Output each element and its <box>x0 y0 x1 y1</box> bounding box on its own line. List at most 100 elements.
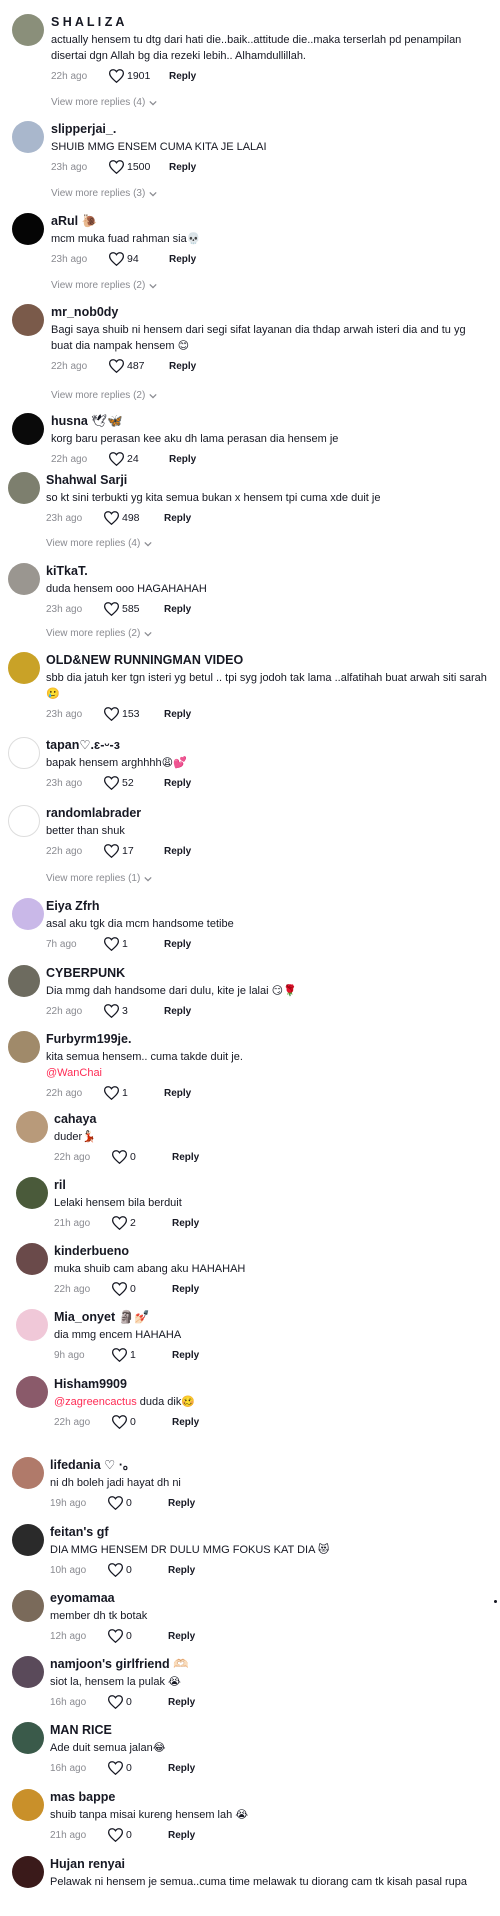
view-more-replies-button[interactable]: View more replies (2) <box>46 628 152 639</box>
avatar[interactable] <box>16 1111 48 1143</box>
reply-button[interactable]: Reply <box>172 1350 199 1361</box>
like-button[interactable]: 1901 <box>109 69 150 83</box>
username[interactable]: cahaya <box>54 1111 488 1127</box>
avatar[interactable] <box>16 1309 48 1341</box>
avatar[interactable] <box>12 304 44 336</box>
reply-button[interactable]: Reply <box>168 1565 195 1576</box>
reply-button[interactable]: Reply <box>168 1763 195 1774</box>
reply-button[interactable]: Reply <box>169 254 196 265</box>
like-button[interactable]: 0 <box>108 1828 132 1842</box>
reply-button[interactable]: Reply <box>164 846 191 857</box>
like-button[interactable]: 24 <box>109 452 139 466</box>
reply-button[interactable]: Reply <box>168 1697 195 1708</box>
avatar[interactable] <box>12 1524 44 1556</box>
like-button[interactable]: 2 <box>112 1216 136 1230</box>
mention-link[interactable]: @zagreencactus <box>54 1396 137 1408</box>
reply-button[interactable]: Reply <box>164 1006 191 1017</box>
like-button[interactable]: 0 <box>108 1695 132 1709</box>
avatar[interactable] <box>12 1590 44 1622</box>
view-more-replies-button[interactable]: View more replies (2) <box>51 280 157 291</box>
username[interactable]: kiTkaT. <box>46 563 488 579</box>
like-button[interactable]: 1 <box>104 937 128 951</box>
username[interactable]: eyomamaa <box>50 1590 488 1606</box>
username[interactable]: Furbyrm199je. <box>46 1031 488 1047</box>
view-more-replies-button[interactable]: View more replies (1) <box>46 873 152 884</box>
reply-button[interactable]: Reply <box>164 513 191 524</box>
username[interactable]: namjoon's girlfriend 🫶🏻 <box>50 1656 488 1672</box>
avatar[interactable] <box>12 1856 44 1888</box>
username[interactable]: CYBERPUNK <box>46 965 488 981</box>
username[interactable]: kinderbueno <box>54 1243 488 1259</box>
like-button[interactable]: 52 <box>104 776 134 790</box>
view-more-replies-button[interactable]: View more replies (4) <box>46 538 152 549</box>
like-button[interactable]: 1 <box>112 1348 136 1362</box>
avatar[interactable] <box>12 1457 44 1489</box>
username[interactable]: randomlabrader <box>46 805 488 821</box>
username[interactable]: Hujan renyai <box>50 1856 488 1872</box>
username[interactable]: lifedania ♡ ·｡ <box>50 1457 488 1473</box>
view-more-replies-button[interactable]: View more replies (2) <box>51 390 157 401</box>
username[interactable]: feitan's gf <box>50 1524 488 1540</box>
username[interactable]: mas bappe <box>50 1789 488 1805</box>
avatar[interactable] <box>8 965 40 997</box>
avatar[interactable] <box>12 14 44 46</box>
avatar[interactable] <box>12 121 44 153</box>
like-button[interactable]: 94 <box>109 252 139 266</box>
scroll-indicator[interactable] <box>494 1600 497 1603</box>
reply-button[interactable]: Reply <box>164 778 191 789</box>
reply-button[interactable]: Reply <box>172 1218 199 1229</box>
avatar[interactable] <box>8 805 40 837</box>
username[interactable]: MAN RICE <box>50 1722 488 1738</box>
username[interactable]: mr_nob0dy <box>51 304 488 320</box>
reply-button[interactable]: Reply <box>169 71 196 82</box>
avatar[interactable] <box>12 413 44 445</box>
username[interactable]: slipperjai_. <box>51 121 488 137</box>
username[interactable]: husna 🕊🦋 <box>51 413 488 429</box>
username[interactable]: Shahwal Sarji <box>46 472 488 488</box>
like-button[interactable]: 585 <box>104 602 140 616</box>
like-button[interactable]: 1500 <box>109 160 150 174</box>
reply-button[interactable]: Reply <box>172 1417 199 1428</box>
reply-button[interactable]: Reply <box>168 1830 195 1841</box>
like-button[interactable]: 17 <box>104 844 134 858</box>
view-more-replies-button[interactable]: View more replies (4) <box>51 97 157 108</box>
like-button[interactable]: 1 <box>104 1086 128 1100</box>
like-button[interactable]: 0 <box>108 1761 132 1775</box>
like-button[interactable]: 0 <box>112 1150 136 1164</box>
like-button[interactable]: 0 <box>112 1415 136 1429</box>
username[interactable]: aRul 🐌 <box>51 213 488 229</box>
reply-button[interactable]: Reply <box>164 604 191 615</box>
avatar[interactable] <box>8 737 40 769</box>
avatar[interactable] <box>12 1789 44 1821</box>
username[interactable]: S H A L I Z A <box>51 14 488 30</box>
avatar[interactable] <box>8 563 40 595</box>
reply-button[interactable]: Reply <box>168 1631 195 1642</box>
reply-button[interactable]: Reply <box>164 939 191 950</box>
reply-button[interactable]: Reply <box>172 1152 199 1163</box>
avatar[interactable] <box>12 1722 44 1754</box>
like-button[interactable]: 0 <box>108 1563 132 1577</box>
like-button[interactable]: 487 <box>109 359 145 373</box>
view-more-replies-button[interactable]: View more replies (3) <box>51 188 157 199</box>
reply-button[interactable]: Reply <box>169 361 196 372</box>
like-button[interactable]: 0 <box>112 1282 136 1296</box>
like-button[interactable]: 3 <box>104 1004 128 1018</box>
avatar[interactable] <box>8 472 40 504</box>
like-button[interactable]: 0 <box>108 1496 132 1510</box>
avatar[interactable] <box>16 1376 48 1408</box>
like-button[interactable]: 0 <box>108 1629 132 1643</box>
mention-link[interactable]: @WanChai <box>46 1065 488 1081</box>
avatar[interactable] <box>12 213 44 245</box>
avatar[interactable] <box>12 898 44 930</box>
reply-button[interactable]: Reply <box>169 454 196 465</box>
reply-button[interactable]: Reply <box>164 1088 191 1099</box>
avatar[interactable] <box>8 652 40 684</box>
username[interactable]: tapan♡.ɛ-ᵕ-ɜ <box>46 737 488 753</box>
username[interactable]: Hisham9909 <box>54 1376 488 1392</box>
reply-button[interactable]: Reply <box>169 162 196 173</box>
avatar[interactable] <box>8 1031 40 1063</box>
reply-button[interactable]: Reply <box>168 1498 195 1509</box>
avatar[interactable] <box>16 1177 48 1209</box>
avatar[interactable] <box>12 1656 44 1688</box>
username[interactable]: Eiya Zfrh <box>46 898 488 914</box>
